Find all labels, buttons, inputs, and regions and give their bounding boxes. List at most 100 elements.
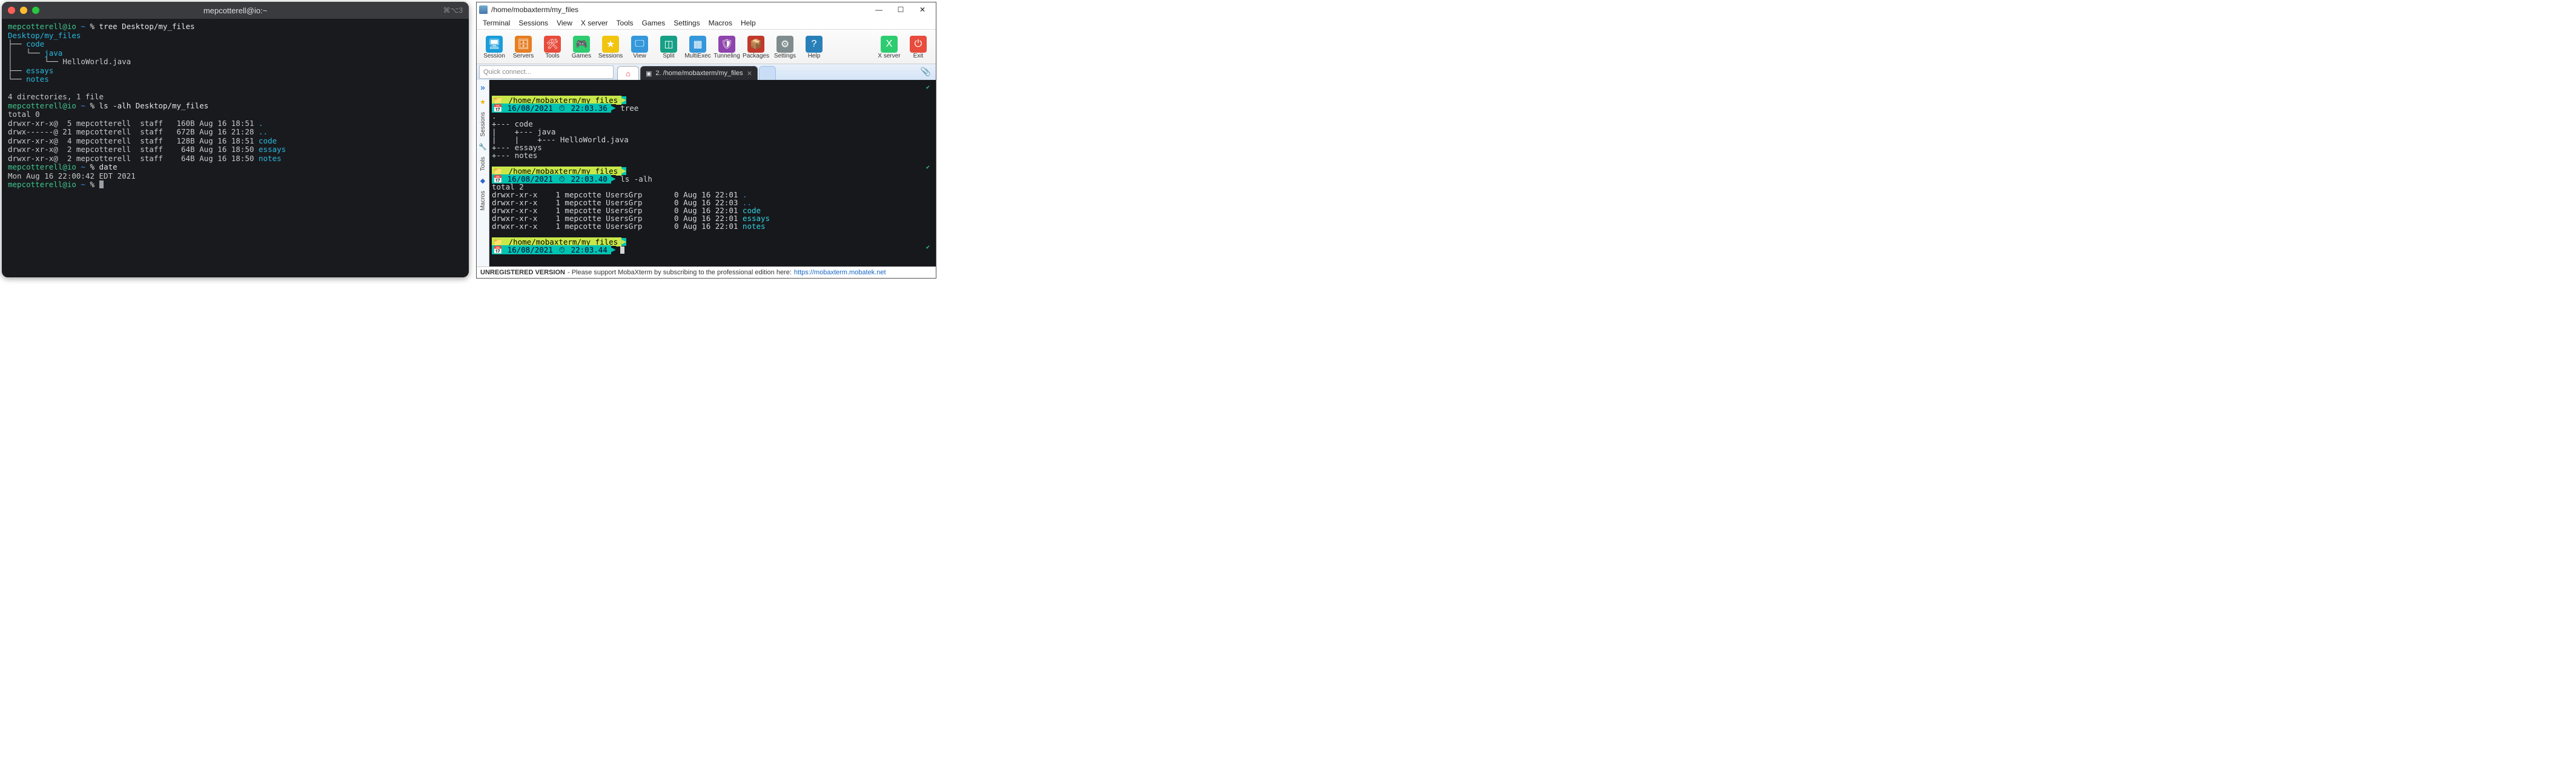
- menu-tools[interactable]: Tools: [613, 19, 637, 27]
- ls-row: drwxr-xr-x@ 5 mepcotterell staff 160B Au…: [8, 119, 259, 128]
- maximize-button[interactable]: ☐: [890, 2, 912, 17]
- toolbar-tunneling-button[interactable]: 🛡Tunneling: [713, 31, 741, 64]
- tab-close-icon[interactable]: ✕: [747, 70, 752, 78]
- tree-line: └──: [8, 74, 26, 84]
- toolbar-session-button[interactable]: 🖥Session: [480, 31, 508, 64]
- toolbar-label: Games: [572, 53, 591, 59]
- prompt-date: 16/08/2021: [504, 104, 557, 113]
- status-bar: UNREGISTERED VERSION - Please support Mo…: [477, 266, 936, 278]
- win-titlebar: /home/mobaxterm/my_files — ☐ ✕: [477, 2, 936, 17]
- sessions-icon[interactable]: ★: [480, 98, 486, 106]
- tab-new-button[interactable]: [759, 66, 776, 80]
- terminal-icon: ▣: [646, 70, 652, 78]
- app-icon: [479, 5, 488, 14]
- tab-bar: Quick connect... ⌂ ▣ 2. /home/mobaxterm/…: [477, 64, 936, 80]
- multiexec-icon: ▦: [689, 36, 706, 53]
- tunneling-icon: 🛡: [718, 36, 735, 53]
- cmd-ls: ls -alh Desktop/my_files: [99, 101, 209, 110]
- ls-name-essays: essays: [259, 145, 286, 154]
- tab-home[interactable]: ⌂: [617, 66, 639, 80]
- toolbar-label: Session: [483, 53, 505, 59]
- ls-total: total 0: [8, 110, 40, 119]
- status-link[interactable]: https://mobaxterm.mobatek.net: [794, 269, 886, 276]
- tree-line: │ └──: [8, 57, 62, 66]
- sessions-icon: ★: [602, 36, 619, 53]
- ls-name-code: code: [259, 136, 277, 145]
- check-icon: ✔: [926, 84, 930, 91]
- menu-games[interactable]: Games: [638, 19, 669, 27]
- tree-line: │ └──: [8, 48, 44, 58]
- quick-connect-input[interactable]: Quick connect...: [479, 65, 614, 79]
- menu-view[interactable]: View: [553, 19, 576, 27]
- sidebar-macros-label[interactable]: Macros: [480, 191, 486, 211]
- session-icon: 🖥: [486, 36, 503, 53]
- toolbar-sessions-button[interactable]: ★Sessions: [597, 31, 624, 64]
- prompt-path: ~: [81, 22, 85, 31]
- moba-terminal-body[interactable]: ✔ 📁/home/mobaxterm/my_files▶ 📅16/08/2021…: [489, 80, 936, 266]
- menu-macros[interactable]: Macros: [705, 19, 736, 27]
- tools-icon[interactable]: 🔧: [478, 143, 487, 151]
- tree-line: ├──: [8, 66, 26, 75]
- sidebar: » ★ Sessions 🔧 Tools ◆ Macros: [477, 80, 489, 266]
- sidebar-tools-label[interactable]: Tools: [480, 157, 486, 171]
- toolbar-games-button[interactable]: 🎮Games: [568, 31, 595, 64]
- menu-settings[interactable]: Settings: [670, 19, 703, 27]
- chevron-right-icon: ▶: [611, 104, 616, 112]
- ls-row: drwxr-xr-x 1 mepcotte UsersGrp 0 Aug 16 …: [492, 222, 743, 231]
- tree-root: Desktop/my_files: [8, 31, 81, 40]
- toolbar-label: View: [633, 53, 646, 59]
- toolbar: 🖥Session🗄Servers🛠Tools🎮Games★Sessions🖵Vi…: [477, 29, 936, 64]
- toolbar-label: Exit: [913, 53, 924, 59]
- cursor: [99, 180, 104, 188]
- toolbar-packages-button[interactable]: 📦Packages: [742, 31, 770, 64]
- mac-terminal-body[interactable]: mepcotterell@io ~ % tree Desktop/my_file…: [2, 19, 469, 277]
- toolbar-view-button[interactable]: 🖵View: [626, 31, 654, 64]
- toolbar-label: Split: [663, 53, 674, 59]
- toolbar-exit-button[interactable]: ⏻Exit: [904, 31, 932, 64]
- toolbar-label: Tunneling: [714, 53, 740, 59]
- menu-xserver[interactable]: X server: [577, 19, 612, 27]
- ls-name-notes: notes: [259, 154, 282, 163]
- toolbar-label: Tools: [545, 53, 559, 59]
- menu-terminal[interactable]: Terminal: [479, 19, 514, 27]
- cmd-tree: tree Desktop/my_files: [99, 22, 195, 31]
- check-icon: ✔: [926, 164, 930, 171]
- window-controls: — ☐ ✕: [868, 2, 933, 17]
- sidebar-sessions-label[interactable]: Sessions: [480, 112, 486, 137]
- tree-line: +--- notes: [492, 151, 537, 160]
- cmd-date: date: [99, 162, 118, 171]
- close-button[interactable]: ✕: [912, 2, 933, 17]
- clock-icon: ⏱: [557, 104, 568, 113]
- macros-icon[interactable]: ◆: [480, 177, 485, 185]
- tools-icon: 🛠: [544, 36, 561, 53]
- ls-name-dotdot: ..: [259, 127, 268, 136]
- toolbar-multiexec-button[interactable]: ▦MultiExec: [684, 31, 712, 64]
- paperclip-icon[interactable]: 📎: [916, 64, 936, 80]
- tree-file-helloworld: HelloWorld.java: [62, 57, 131, 66]
- mobaxterm-window: /home/mobaxterm/my_files — ☐ ✕ Terminal …: [476, 2, 936, 279]
- check-icon: ✔: [926, 243, 930, 251]
- status-unregistered: UNREGISTERED VERSION: [480, 269, 565, 276]
- menu-help[interactable]: Help: [737, 19, 760, 27]
- prompt-time: 22:03.36: [568, 104, 611, 113]
- toolbar-tools-button[interactable]: 🛠Tools: [538, 31, 566, 64]
- tree-summary: 4 directories, 1 file: [8, 92, 104, 101]
- toolbar-servers-button[interactable]: 🗄Servers: [509, 31, 537, 64]
- window-shortcut-hint: ⌘⌥3: [443, 6, 463, 15]
- ls-row: drwx------@ 21 mepcotterell staff 672B A…: [8, 127, 259, 136]
- menu-sessions[interactable]: Sessions: [515, 19, 552, 27]
- ls-row: drwxr-xr-x@ 2 mepcotterell staff 64B Aug…: [8, 154, 259, 163]
- toolbar-split-button[interactable]: ◫Split: [655, 31, 683, 64]
- prompt-symbol: %: [90, 22, 94, 31]
- toolbar-help-button[interactable]: ?Help: [800, 31, 828, 64]
- toolbar-x-server-button[interactable]: XX server: [875, 31, 903, 64]
- sidebar-expand-icon[interactable]: »: [480, 82, 485, 92]
- quick-connect-placeholder: Quick connect...: [483, 68, 531, 76]
- cmd-ls: ls -alh: [620, 174, 652, 183]
- tab-active[interactable]: ▣ 2. /home/mobaxterm/my_files ✕: [640, 66, 758, 80]
- minimize-button[interactable]: —: [868, 2, 890, 17]
- exit-icon: ⏻: [910, 36, 927, 53]
- toolbar-settings-button[interactable]: ⚙Settings: [771, 31, 799, 64]
- tree-dir-java: java: [44, 48, 62, 58]
- prompt-time: 22:03.44: [568, 245, 611, 254]
